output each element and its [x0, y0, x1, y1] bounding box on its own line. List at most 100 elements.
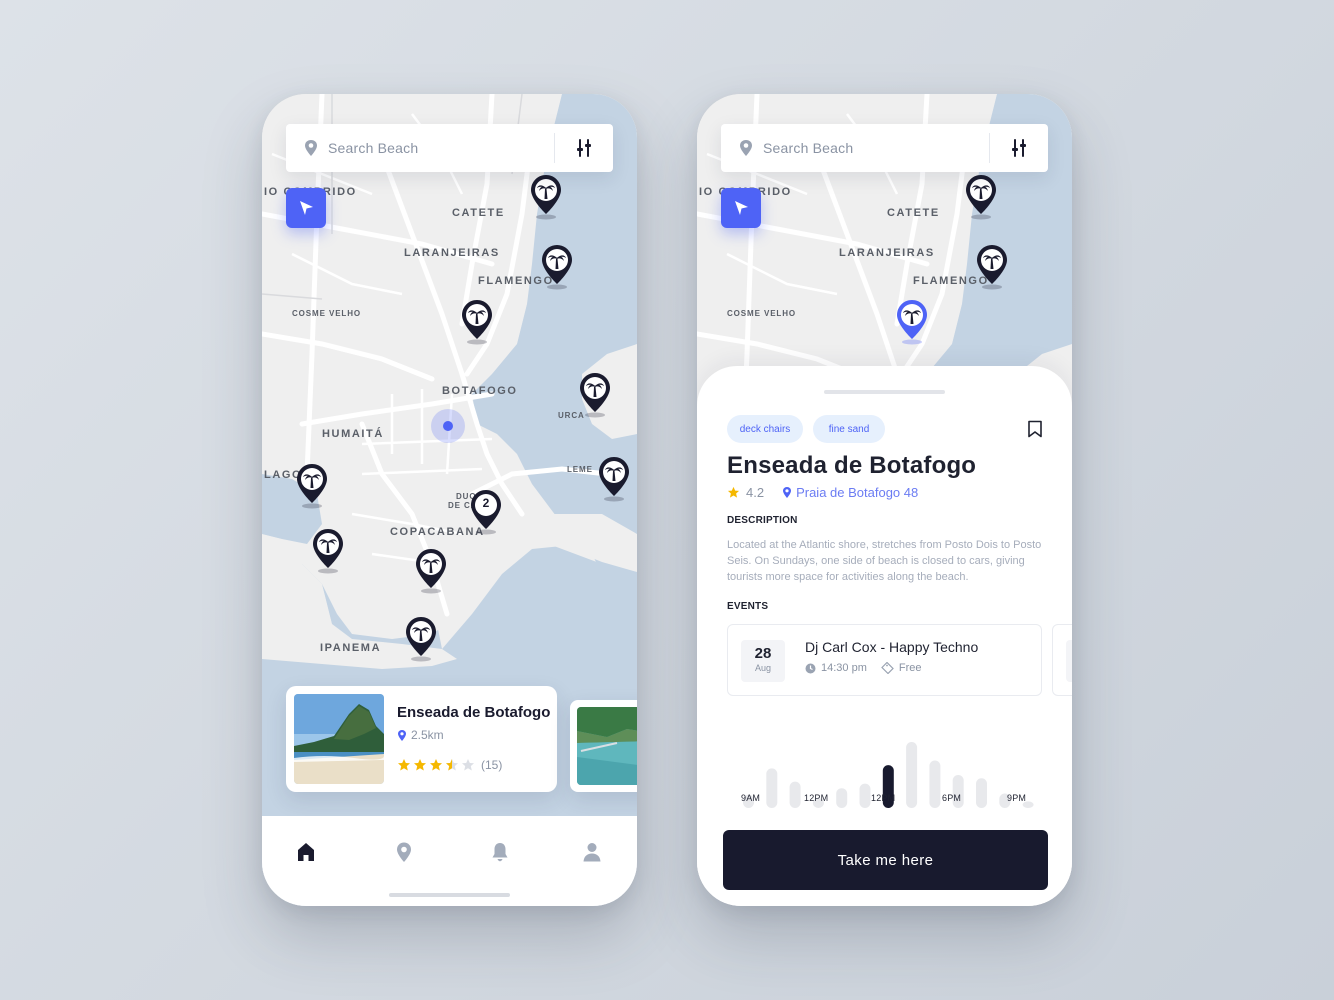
location-pin-icon	[740, 140, 752, 156]
locate-me-button[interactable]	[721, 188, 761, 228]
tag-chip[interactable]: deck chairs	[727, 415, 803, 443]
beach-thumbnail	[294, 694, 384, 784]
chart-bar	[929, 760, 941, 808]
beach-marker[interactable]	[529, 174, 563, 220]
popular-times-chart	[743, 742, 1034, 808]
beach-title: Enseada de Botafogo	[727, 452, 977, 479]
bookmark-icon	[1028, 420, 1042, 438]
search-bar[interactable]: Search Beach	[721, 124, 1048, 172]
chart-bar	[976, 778, 987, 808]
current-location-dot	[431, 409, 465, 443]
event-time: 14:30 pm	[821, 662, 867, 674]
description-heading: DESCRIPTION	[727, 515, 798, 526]
tab-notifications[interactable]	[488, 840, 512, 864]
selected-beach-marker[interactable]	[895, 299, 929, 345]
beach-marker[interactable]	[540, 244, 574, 290]
chart-bar	[906, 742, 918, 808]
beach-thumbnail	[577, 707, 637, 785]
beach-card-peek[interactable]	[570, 700, 637, 792]
beach-marker[interactable]	[460, 299, 494, 345]
chart-bar	[836, 788, 848, 808]
beach-address[interactable]: Praia de Botafogo 48	[796, 485, 918, 500]
filter-button[interactable]	[555, 124, 613, 172]
location-pin-icon	[397, 842, 411, 862]
filter-button[interactable]	[990, 124, 1048, 172]
sliders-icon	[577, 139, 591, 157]
bookmark-button[interactable]	[1027, 420, 1043, 443]
beach-card[interactable]: Enseada de Botafogo 2.5km (15)	[286, 686, 557, 792]
chart-bar	[859, 783, 871, 808]
chart-tick-label: 12PM	[804, 793, 829, 803]
map-label-laranjeiras: LARANJEIRAS	[839, 247, 935, 259]
phone-detail-screen: IO COMPRIDO CATETE LARANJEIRAS FLAMENGO …	[697, 94, 1072, 906]
map-label-cosme-velho: COSME VELHO	[292, 309, 362, 318]
star-empty-icon	[462, 759, 474, 771]
search-bar[interactable]: Search Beach	[286, 124, 613, 172]
review-count: (15)	[481, 758, 503, 772]
map-label-leme: LEME	[567, 465, 593, 474]
events-heading: EVENTS	[727, 601, 769, 612]
map-label-ipanema: IPANEMA	[320, 642, 382, 654]
location-pin-icon	[398, 729, 406, 741]
locate-me-button[interactable]	[286, 188, 326, 228]
sheet-grabber[interactable]	[824, 390, 945, 394]
navigation-arrow-icon	[300, 201, 313, 215]
tab-map[interactable]	[392, 840, 416, 864]
event-card[interactable]: 28 Aug Dj Carl Cox - Happy Techno 14:30 …	[727, 624, 1042, 696]
chart-bar	[766, 768, 778, 808]
beach-detail-sheet: deck chairs fine sand Enseada de Botafog…	[697, 366, 1072, 906]
star-icon	[430, 759, 442, 771]
chart-tick-label: 9PM	[1007, 793, 1027, 803]
navigation-arrow-icon	[735, 201, 748, 215]
event-month: Aug	[754, 663, 771, 673]
star-icon	[398, 759, 410, 771]
beach-card-distance-row: 2.5km	[397, 728, 444, 742]
event-card-peek[interactable]	[1052, 624, 1072, 696]
star-rating: (15)	[397, 758, 502, 772]
map-label-laranjeiras: LARANJEIRAS	[404, 247, 500, 259]
beach-card-distance: 2.5km	[411, 728, 444, 742]
chart-tick-label: 6PM	[942, 793, 962, 803]
tag-chip[interactable]: fine sand	[813, 415, 885, 443]
clock-icon	[805, 663, 816, 673]
beach-marker[interactable]	[578, 372, 612, 418]
half-star-icon	[446, 759, 458, 771]
user-icon	[583, 843, 601, 862]
event-date: 28 Aug	[741, 640, 785, 682]
event-name: Dj Carl Cox - Happy Techno	[805, 639, 979, 655]
map-label-humaita: HUMAITÁ	[322, 428, 384, 440]
cluster-count: 2	[482, 496, 490, 510]
tab-home[interactable]	[294, 840, 318, 864]
beach-description: Located at the Atlantic shore, stretches…	[727, 539, 1042, 583]
event-meta: 14:30 pm Free	[805, 662, 922, 674]
search-input[interactable]: Search Beach	[328, 140, 554, 156]
chart-tick-label: 12PM	[871, 793, 896, 803]
beach-marker[interactable]	[597, 456, 631, 502]
map-label-catete: CATETE	[452, 207, 505, 219]
beach-rating: 4.2	[746, 485, 765, 500]
beach-marker[interactable]	[975, 244, 1009, 290]
map-label-botafogo: BOTAFOGO	[442, 385, 518, 397]
cluster-marker[interactable]: 2	[469, 489, 503, 535]
map-label-catete: CATETE	[887, 207, 940, 219]
tab-profile[interactable]	[580, 840, 604, 864]
beach-marker[interactable]	[311, 528, 345, 574]
event-day: 28	[754, 645, 772, 662]
beach-marker[interactable]	[295, 463, 329, 509]
beach-marker[interactable]	[964, 174, 998, 220]
map-label-cosme-velho: COSME VELHO	[727, 309, 797, 318]
beach-marker[interactable]	[414, 548, 448, 594]
location-pin-icon	[783, 487, 792, 498]
home-icon	[298, 843, 314, 861]
chart-bar	[789, 781, 801, 808]
phone-map-screen: IO COMPRIDO CATETE LARANJEIRAS FLAMENGO …	[262, 94, 637, 906]
take-me-here-button[interactable]: Take me here	[723, 830, 1048, 890]
sliders-icon	[1012, 139, 1026, 157]
event-price: Free	[898, 662, 922, 674]
beach-marker[interactable]	[404, 616, 438, 662]
ticket-icon	[881, 662, 894, 674]
search-input[interactable]: Search Beach	[763, 140, 989, 156]
star-icon	[414, 759, 426, 771]
location-pin-icon	[305, 140, 317, 156]
star-icon	[727, 486, 740, 498]
